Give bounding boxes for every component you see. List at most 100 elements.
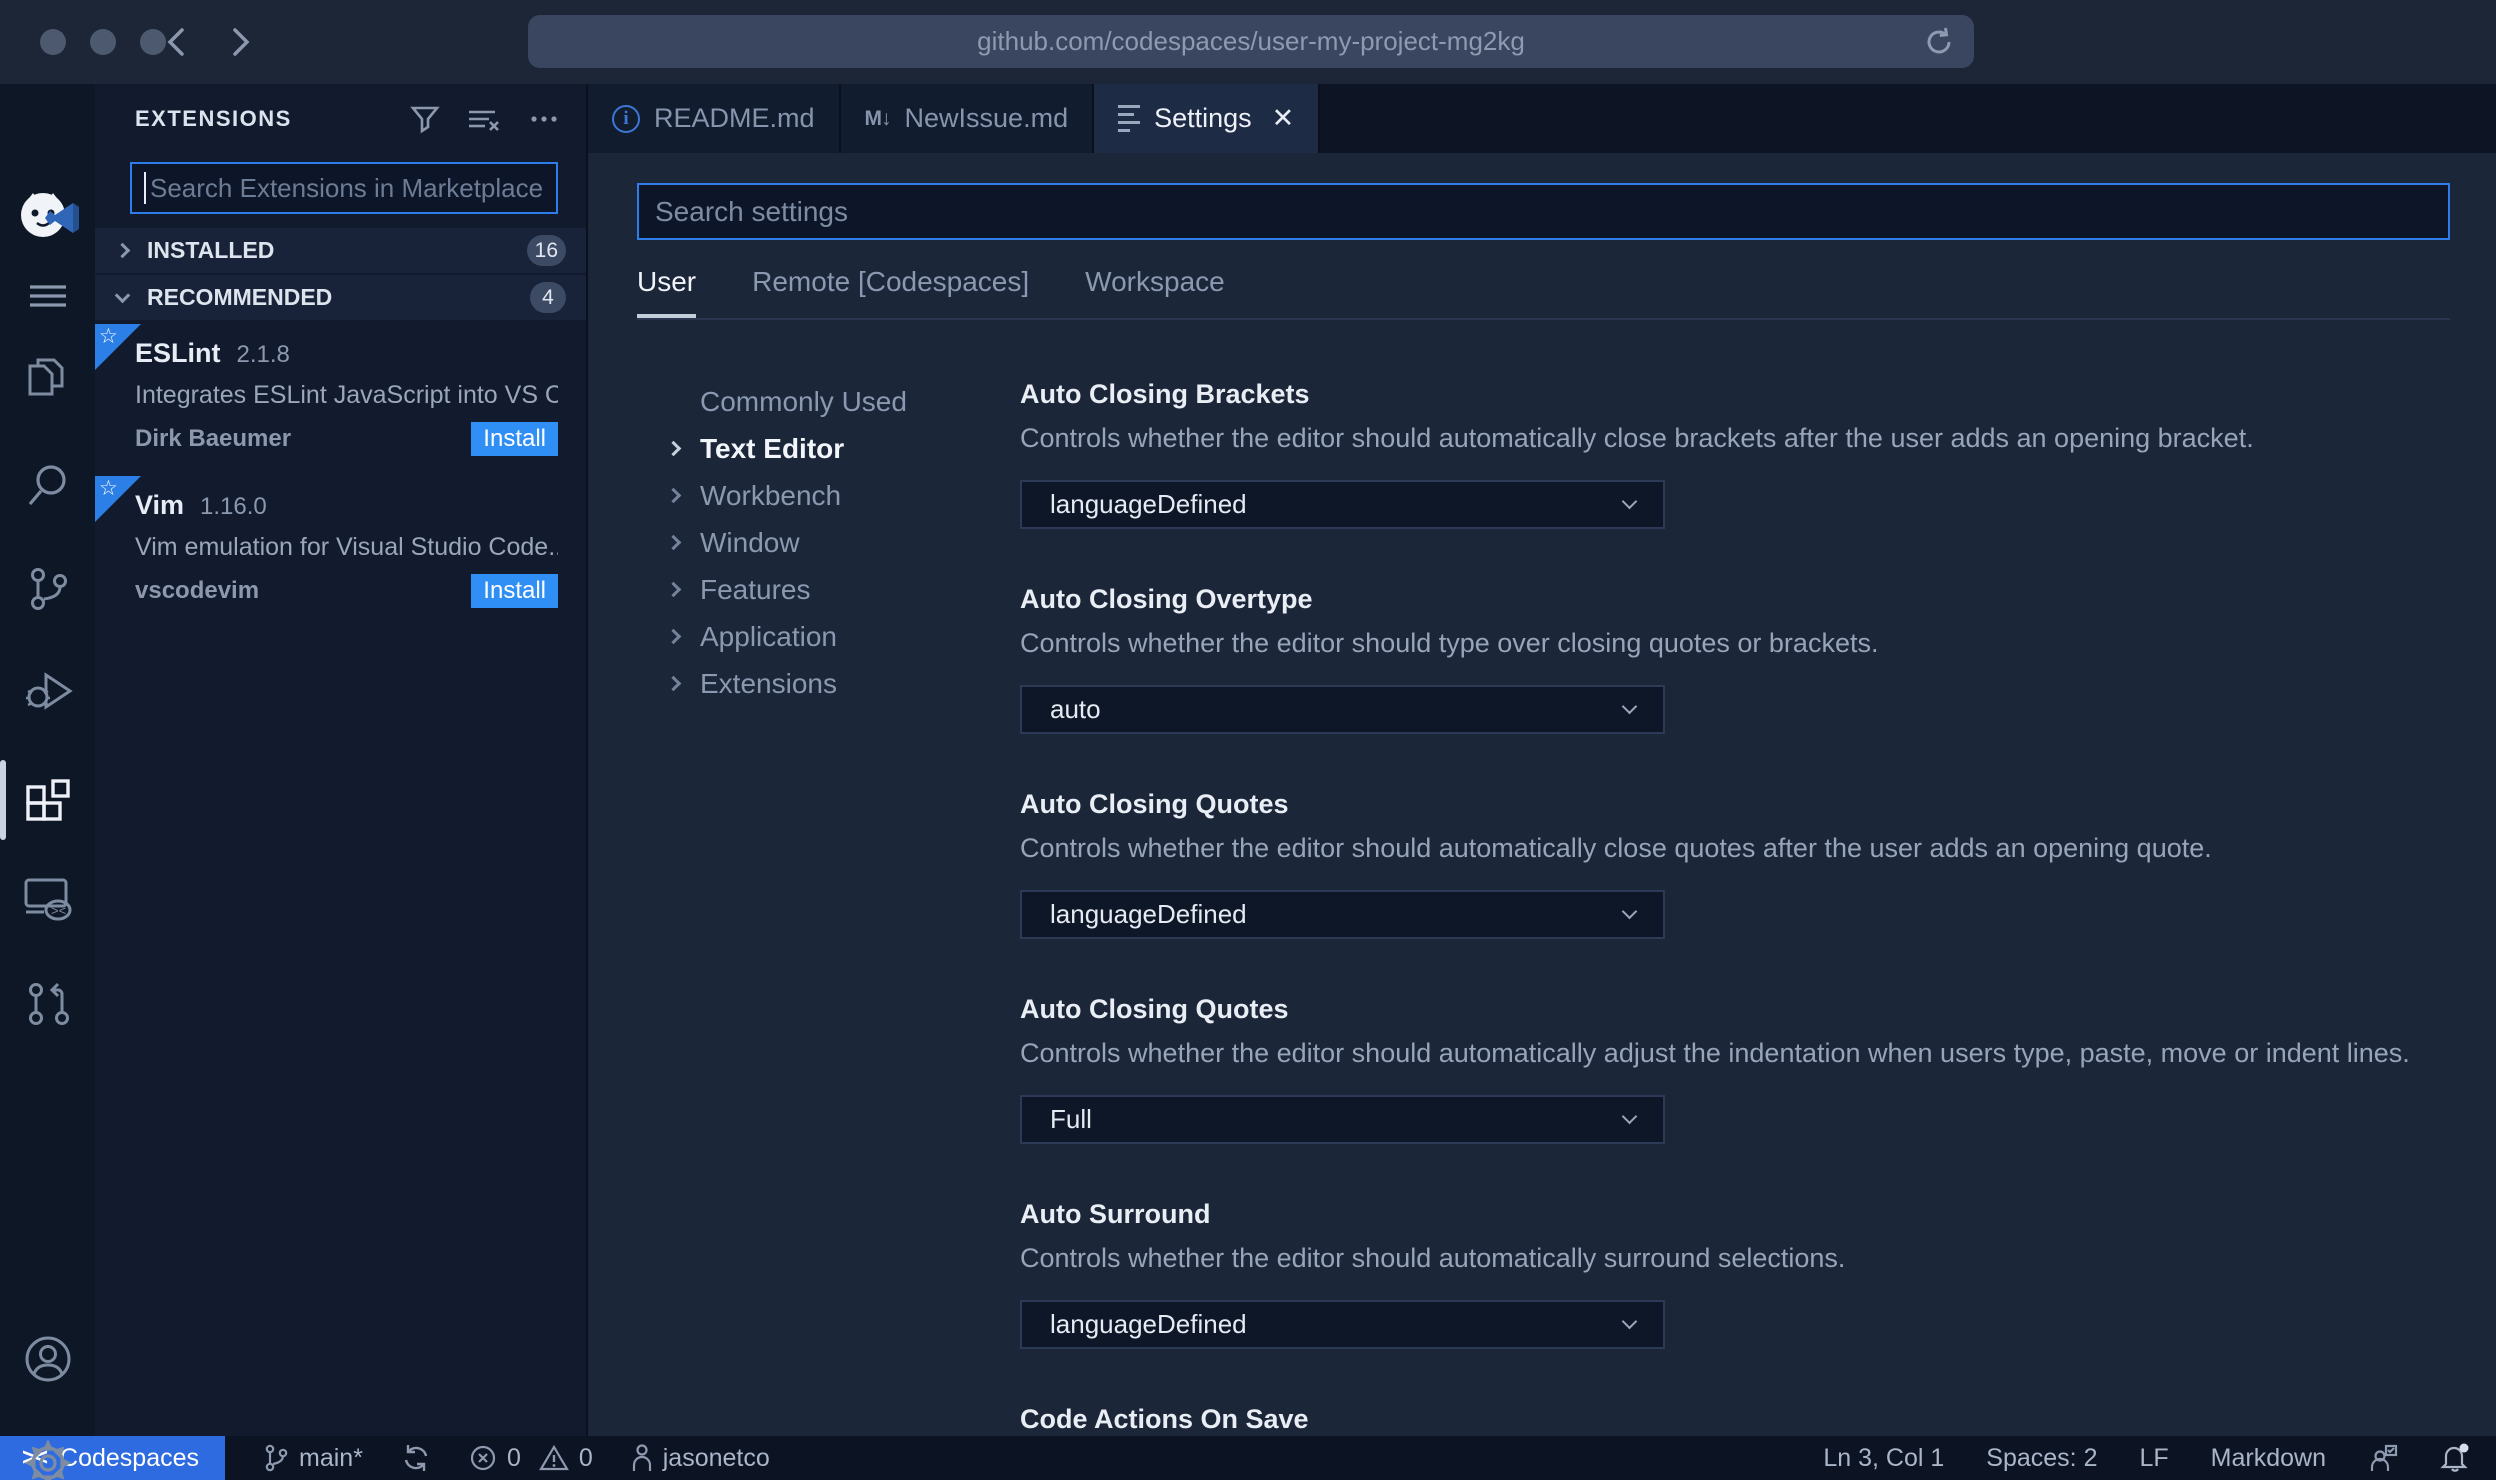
tab-label: NewIssue.md [904, 103, 1069, 133]
extensions-icon[interactable] [0, 760, 95, 840]
warnings-count: 0 [578, 1443, 593, 1472]
setting-description: Controls whether the editor should type … [1020, 628, 1879, 658]
toc-workbench[interactable]: Workbench [660, 472, 1020, 519]
settings-search-input[interactable]: Search settings [637, 183, 2450, 240]
eol-sequence[interactable]: LF [2139, 1444, 2168, 1473]
menu-icon[interactable] [0, 260, 95, 332]
chevron-right-icon [665, 534, 681, 551]
chevron-down-icon [1621, 493, 1638, 510]
setting-entry: Auto Closing Quotes Controls whether the… [1020, 993, 2496, 1144]
markdown-icon: M↓ [864, 106, 892, 130]
setting-description: Controls whether the editor should autom… [1020, 1243, 1846, 1273]
url-text: github.com/codespaces/user-my-project-mg… [977, 26, 1525, 56]
more-actions-icon[interactable] [528, 104, 560, 134]
window-controls[interactable] [40, 29, 166, 55]
section-installed[interactable]: INSTALLED 16 [95, 228, 586, 273]
warnings-icon [538, 1444, 569, 1471]
indentation[interactable]: Spaces: 2 [1986, 1444, 2097, 1473]
dropdown-value: auto [1050, 694, 1101, 724]
branch-status[interactable]: main* [263, 1443, 363, 1473]
language-mode[interactable]: Markdown [2211, 1444, 2326, 1473]
tab-newissue[interactable]: M↓ NewIssue.md [840, 84, 1095, 153]
toc-extensions[interactable]: Extensions [660, 660, 1020, 707]
setting-entry: Auto Closing Quotes Controls whether the… [1020, 788, 2496, 939]
active-view-indicator [0, 760, 6, 840]
branch-name: main* [299, 1443, 363, 1472]
setting-title: Auto Surround [1020, 1199, 1211, 1229]
back-button[interactable] [155, 20, 199, 64]
activity-bar: >< [0, 84, 95, 1480]
toc-features[interactable]: Features [660, 566, 1020, 613]
problems-status[interactable]: 0 0 [469, 1444, 593, 1473]
notifications-bell-icon[interactable] [2440, 1442, 2470, 1474]
setting-dropdown[interactable]: Full [1020, 1095, 1665, 1144]
section-recommended[interactable]: RECOMMENDED 4 [95, 275, 586, 320]
run-debug-icon[interactable] [0, 655, 95, 727]
forward-button[interactable] [218, 20, 262, 64]
chevron-down-icon [1621, 1313, 1638, 1330]
refresh-icon[interactable] [1922, 25, 1956, 59]
text-cursor [144, 172, 146, 204]
extensions-search-placeholder: Search Extensions in Marketplace [150, 172, 544, 203]
dropdown-value: languageDefined [1050, 899, 1247, 929]
close-window-button[interactable] [40, 29, 66, 55]
feedback-icon[interactable] [2368, 1443, 2398, 1473]
extensions-search-input[interactable]: Search Extensions in Marketplace [130, 162, 558, 214]
status-bar: >< Codespaces main* 0 0 jasonetco Ln 3, … [0, 1436, 2496, 1480]
errors-count: 0 [506, 1443, 521, 1472]
setting-dropdown[interactable]: languageDefined [1020, 890, 1665, 939]
sync-status[interactable] [401, 1443, 431, 1473]
extension-list-item[interactable]: ☆ ESLint 2.1.8 Integrates ESLint JavaScr… [95, 322, 586, 474]
account-icon[interactable] [0, 1323, 95, 1395]
tab-label: Settings [1154, 103, 1252, 133]
chevron-right-icon [665, 581, 681, 598]
errors-icon [470, 1445, 496, 1471]
close-tab-icon[interactable]: ✕ [1272, 103, 1295, 134]
tab-readme[interactable]: i README.md [588, 84, 841, 153]
setting-dropdown[interactable]: languageDefined [1020, 480, 1665, 529]
toc-window[interactable]: Window [660, 519, 1020, 566]
install-button[interactable]: Install [471, 574, 558, 608]
recommended-ribbon-icon: ☆ [95, 476, 141, 522]
sync-icon [404, 1445, 428, 1471]
recommended-count-badge: 4 [530, 282, 566, 313]
toc-application[interactable]: Application [660, 613, 1020, 660]
settings-search-placeholder: Search settings [655, 195, 848, 227]
scope-tab-workspace[interactable]: Workspace [1085, 266, 1225, 318]
sidebar-title: EXTENSIONS [135, 106, 292, 131]
setting-description: Controls whether the editor should autom… [1020, 833, 2212, 863]
user-status[interactable]: jasonetco [631, 1443, 770, 1473]
setting-dropdown[interactable]: auto [1020, 685, 1665, 734]
settings-scope-tabs: User Remote [Codespaces] Workspace [637, 266, 2450, 320]
scope-tab-remote[interactable]: Remote [Codespaces] [752, 266, 1029, 318]
scope-tab-user[interactable]: User [637, 266, 697, 318]
settings-gear-icon[interactable] [0, 1427, 95, 1480]
tab-settings[interactable]: Settings ✕ [1094, 84, 1321, 153]
tab-bar: i README.md M↓ NewIssue.md Settings ✕ [588, 84, 2496, 153]
setting-dropdown[interactable]: languageDefined [1020, 1300, 1665, 1349]
search-icon[interactable] [0, 449, 95, 521]
pull-requests-icon[interactable] [0, 968, 95, 1040]
explorer-icon[interactable] [0, 342, 95, 414]
settings-editor: Search settings User Remote [Codespaces]… [588, 153, 2496, 1436]
browser-window: github.com/codespaces/user-my-project-mg… [0, 0, 2496, 1480]
chevron-down-icon [1621, 698, 1638, 715]
setting-description: Controls whether the editor should autom… [1020, 423, 2254, 453]
install-button[interactable]: Install [471, 422, 558, 456]
address-bar[interactable]: github.com/codespaces/user-my-project-mg… [528, 15, 1974, 68]
extension-description: Vim emulation for Visual Studio Code... [135, 533, 558, 561]
extension-list-item[interactable]: ☆ Vim 1.16.0 Vim emulation for Visual St… [95, 474, 586, 626]
cursor-position[interactable]: Ln 3, Col 1 [1823, 1444, 1944, 1473]
toc-text-editor[interactable]: Text Editor [660, 425, 1020, 472]
minimize-window-button[interactable] [90, 29, 116, 55]
dropdown-value: languageDefined [1050, 1309, 1247, 1339]
source-control-icon[interactable] [0, 553, 95, 625]
sidebar-header: EXTENSIONS [95, 84, 586, 154]
clear-filter-icon[interactable] [467, 104, 501, 134]
remote-explorer-icon[interactable]: >< [0, 863, 95, 935]
setting-description: Controls whether the editor should autom… [1020, 1038, 2410, 1068]
setting-entry: Auto Closing Brackets Controls whether t… [1020, 378, 2496, 529]
settings-toc: Commonly Used Text Editor Workbench Wind… [660, 378, 1020, 1436]
filter-icon[interactable] [410, 104, 440, 134]
toc-commonly-used[interactable]: Commonly Used [660, 378, 1020, 425]
